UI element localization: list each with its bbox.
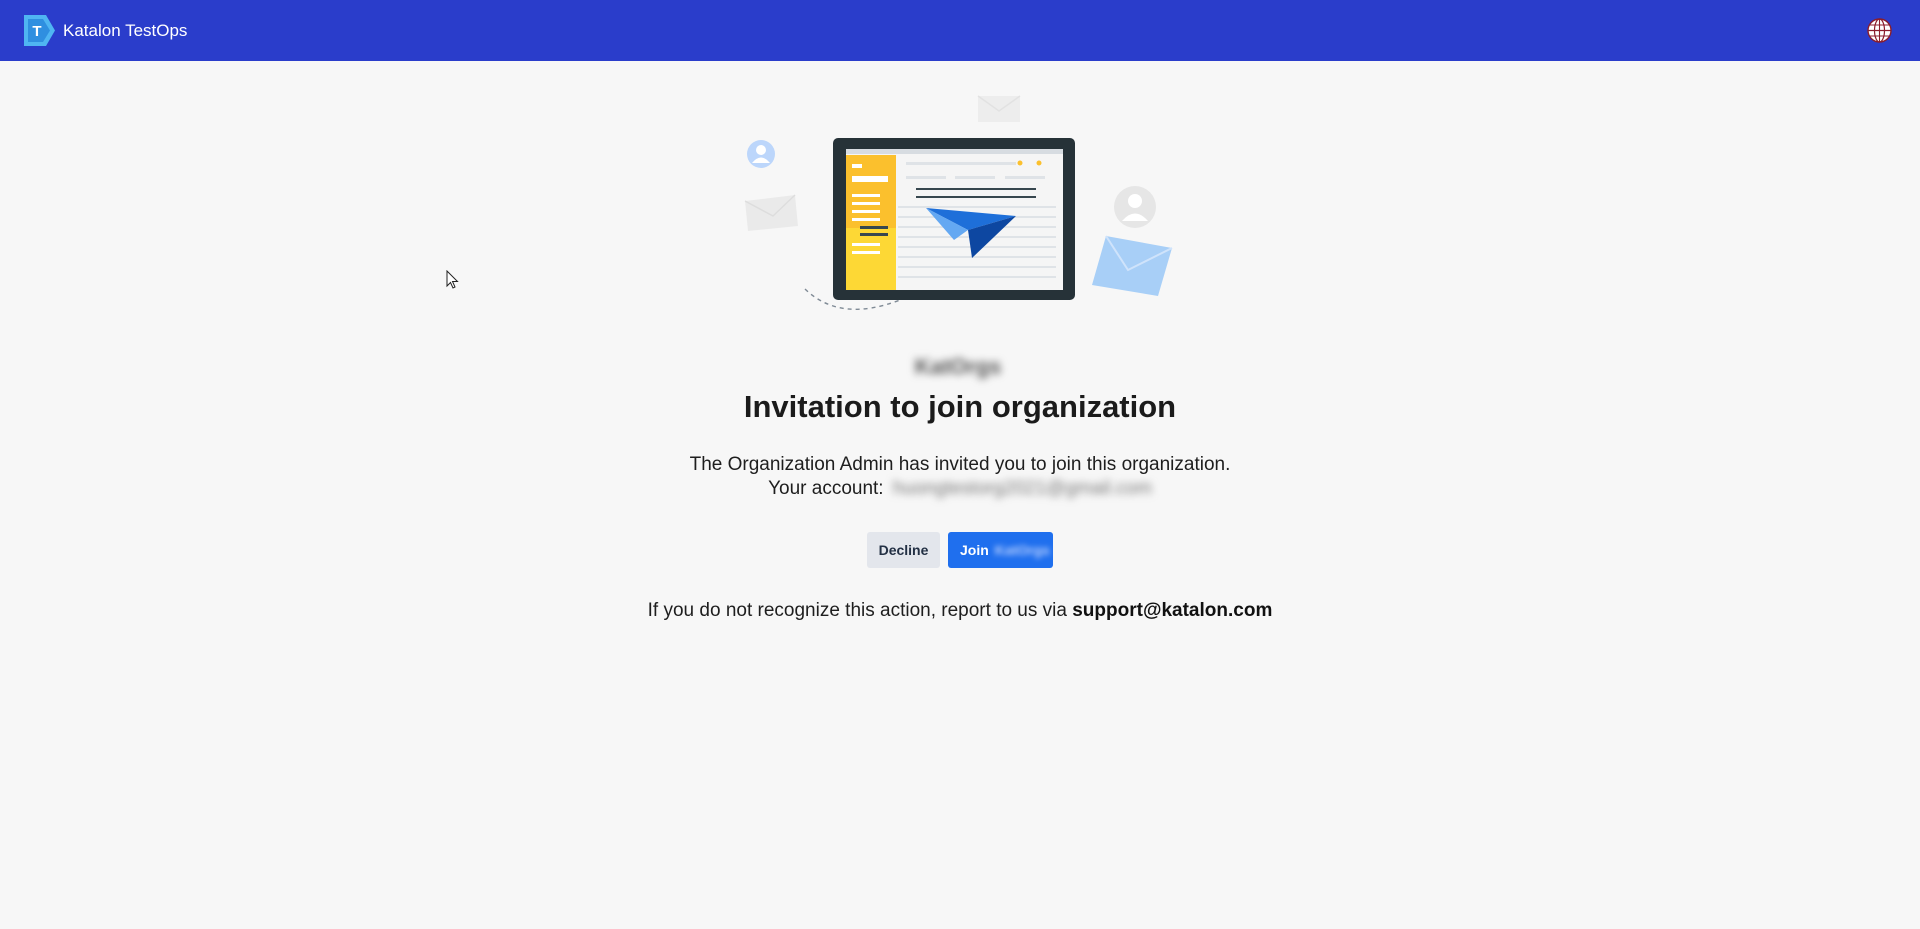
avatar-icon [747,140,775,168]
envelope-icon [744,194,798,231]
katalon-logo-icon: T [24,15,55,46]
join-button-org-name: KatOrgs [994,542,1050,558]
top-app-bar: T Katalon TestOps [0,0,1920,61]
join-button-label: Join [960,542,989,558]
account-line: Your account: huongtestorg2021@gmail.com [0,477,1920,501]
envelope-icon [977,95,1021,122]
invitation-description: The Organization Admin has invited you t… [689,454,1231,475]
report-text: If you do not recognize this action, rep… [647,600,1067,621]
report-notice: If you do not recognize this action, rep… [0,600,1920,622]
support-email-link[interactable]: support@katalon.com [1072,600,1272,621]
envelope-icon [1092,235,1173,296]
brand-home-link[interactable]: T Katalon TestOps [24,15,187,46]
invitation-illustration [744,95,1173,310]
globe-icon[interactable] [1867,18,1892,43]
decline-button[interactable]: Decline [867,532,940,568]
account-label: Your account: [768,478,884,499]
brand-name: Katalon TestOps [63,20,188,40]
avatar-icon [1114,186,1156,228]
organization-name: KatOrgs [914,354,1002,379]
account-email: huongtestorg2021@gmail.com [892,478,1152,499]
join-button[interactable]: Join KatOrgs [948,532,1053,568]
mouse-cursor-icon [446,270,459,289]
svg-text:T: T [32,23,41,40]
page-title: Invitation to join organization [743,389,1177,424]
